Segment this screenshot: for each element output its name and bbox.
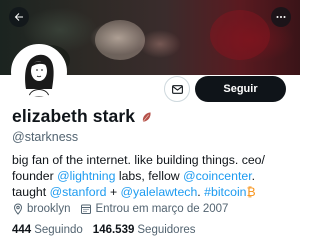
message-button[interactable] <box>164 76 190 102</box>
joined-item: Entrou em março de 2007 <box>80 203 228 215</box>
more-options-button[interactable] <box>271 7 291 27</box>
following-count[interactable]: 444 <box>12 224 31 236</box>
location-item: brooklyn <box>12 203 70 215</box>
banner-red-area <box>210 10 270 60</box>
banner-highlight <box>95 20 145 60</box>
bio-text: labs, fellow <box>115 169 184 183</box>
mention-yalelawtech[interactable]: @yalelawtech <box>121 185 198 199</box>
mention-lightning[interactable]: @lightning <box>57 169 115 183</box>
back-button[interactable] <box>9 7 29 27</box>
more-dots-icon <box>276 16 286 18</box>
follow-stats: 444 Seguindo 146.539 Seguidores <box>12 224 206 236</box>
envelope-icon <box>171 84 183 94</box>
follow-button[interactable]: Seguir <box>195 76 286 102</box>
bio: big fan of the internet. like building t… <box>12 152 292 200</box>
mention-stanford[interactable]: @stanford <box>50 185 107 199</box>
bitcoin-emoji: ₿ <box>246 185 256 199</box>
followers-label[interactable]: Seguidores <box>137 224 195 236</box>
hashtag-bitcoin[interactable]: #bitcoin <box>204 185 246 199</box>
joined-text: Entrou em março de 2007 <box>95 203 229 215</box>
arrow-left-icon <box>14 13 23 21</box>
avatar-portrait-icon <box>14 47 64 97</box>
name-row: elizabeth stark <box>12 106 154 127</box>
lightning-leaf-icon <box>142 111 151 122</box>
location-text: brooklyn <box>27 203 71 215</box>
user-handle: @starkness <box>12 130 79 144</box>
bio-text: + <box>106 185 121 199</box>
mention-coincenter[interactable]: @coincenter <box>183 169 252 183</box>
calendar-icon <box>81 204 92 214</box>
profile-meta: brooklyn Entrou em março de 2007 <box>12 203 238 215</box>
followers-count[interactable]: 146.539 <box>93 224 135 236</box>
location-pin-icon <box>13 203 23 215</box>
display-name: elizabeth stark <box>12 106 136 126</box>
following-label[interactable]: Seguindo <box>34 224 83 236</box>
avatar[interactable] <box>11 44 67 100</box>
